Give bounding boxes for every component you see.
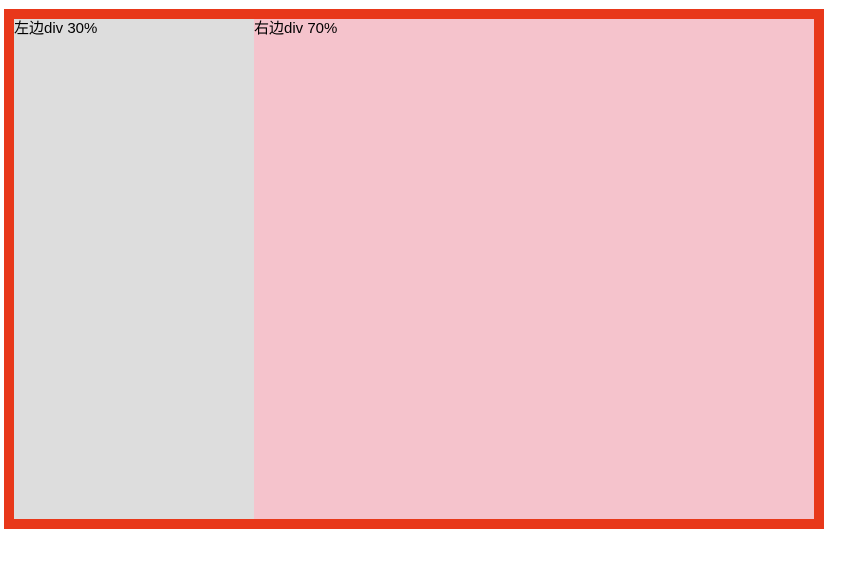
left-panel: 左边div 30% [14,19,254,519]
left-panel-label: 左边div 30% [14,20,98,37]
right-panel: 右边div 70% [254,19,814,519]
split-container: 左边div 30% 右边div 70% [4,9,824,529]
right-panel-label: 右边div 70% [254,20,338,37]
